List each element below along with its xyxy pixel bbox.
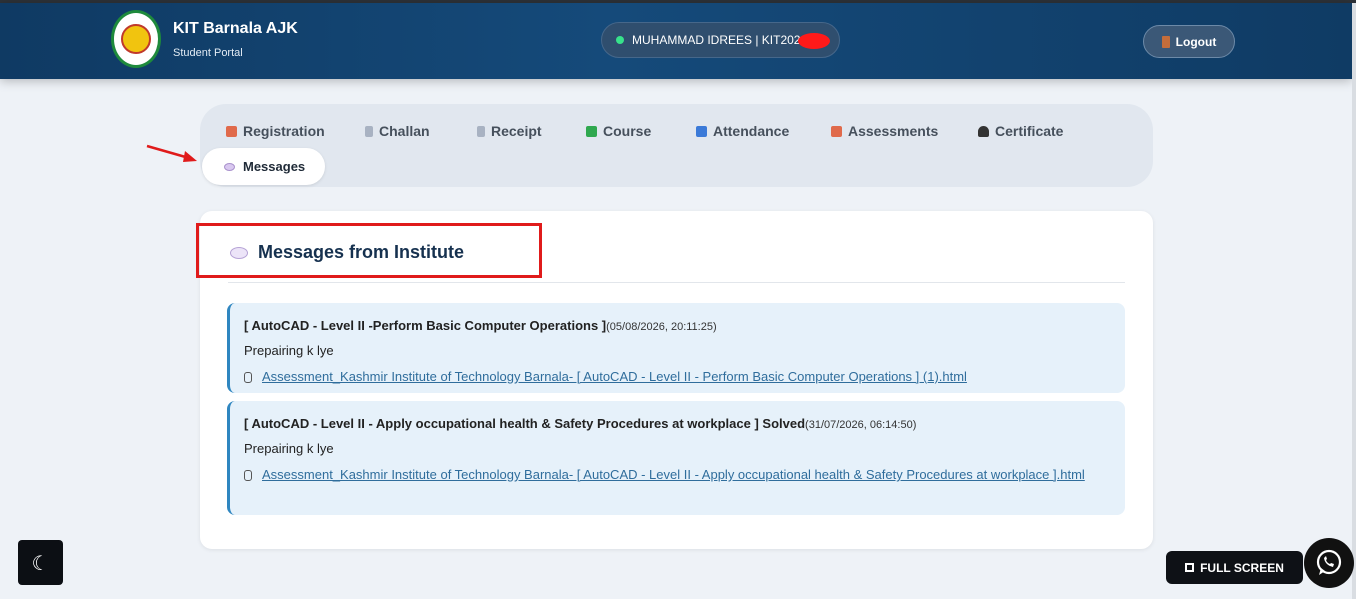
institute-logo <box>111 10 161 68</box>
tab-label: Messages <box>243 159 306 174</box>
tab-label: Receipt <box>491 123 542 139</box>
books-icon <box>586 125 597 137</box>
whatsapp-icon <box>1316 549 1342 575</box>
tab-label: Assessments <box>848 123 939 139</box>
dark-mode-toggle[interactable]: ☾ <box>18 540 63 585</box>
graduation-cap-icon <box>978 125 989 137</box>
paperclip-icon <box>244 470 252 482</box>
receipt-icon <box>477 125 485 137</box>
tab-certificate[interactable]: Certificate <box>978 118 1063 144</box>
user-name: MUHAMMAD IDREES | KIT202 <box>632 33 801 47</box>
message-subject: [ AutoCAD - Level II -Perform Basic Comp… <box>244 318 607 333</box>
tab-label: Registration <box>243 123 325 139</box>
tab-label: Course <box>603 123 652 139</box>
memo-icon <box>831 125 842 137</box>
annotation-highlight-box <box>196 223 542 278</box>
fullscreen-label: FULL SCREEN <box>1200 560 1284 575</box>
tab-label: Attendance <box>713 123 790 139</box>
moon-icon: ☾ <box>31 550 50 575</box>
whatsapp-button[interactable] <box>1304 538 1354 588</box>
annotation-arrow <box>146 144 197 162</box>
tab-label: Certificate <box>995 123 1064 139</box>
brand-subtitle: Student Portal <box>173 47 243 59</box>
tab-course[interactable]: Course <box>586 118 651 144</box>
message-subject-line: [ AutoCAD - Level II - Apply occupationa… <box>244 415 1125 434</box>
attachment-link[interactable]: Assessment_Kashmir Institute of Technolo… <box>244 365 1104 388</box>
attachment-name: Assessment_Kashmir Institute of Technolo… <box>262 467 1085 482</box>
message-subject: [ AutoCAD - Level II - Apply occupationa… <box>244 416 806 431</box>
message-date: (05/08/2026, 20:11:25) <box>606 321 717 333</box>
tab-receipt[interactable]: Receipt <box>477 118 542 144</box>
door-icon <box>1161 35 1170 48</box>
page-scrollbar[interactable] <box>1352 3 1356 599</box>
expand-icon <box>1185 563 1195 572</box>
brand-title: KIT Barnala AJK <box>173 20 298 37</box>
portal-nav: Registration Challan Receipt Course Atte… <box>200 104 1153 187</box>
calendar-icon <box>696 125 707 137</box>
attachment-name: Assessment_Kashmir Institute of Technolo… <box>262 369 967 384</box>
logout-button[interactable]: Logout <box>1143 25 1235 58</box>
attachment-link[interactable]: Assessment_Kashmir Institute of Technolo… <box>244 463 1104 486</box>
tab-assessments[interactable]: Assessments <box>831 118 938 144</box>
tab-registration[interactable]: Registration <box>226 118 325 144</box>
pencil-note-icon <box>226 125 237 137</box>
message-subject-line: [ AutoCAD - Level II -Perform Basic Comp… <box>244 317 1125 336</box>
paperclip-icon <box>244 372 252 384</box>
tab-label: Challan <box>379 123 430 139</box>
redaction-mark <box>798 33 830 49</box>
tab-challan[interactable]: Challan <box>365 118 430 144</box>
title-divider <box>228 282 1125 283</box>
online-status-icon <box>616 36 624 44</box>
message-item: [ AutoCAD - Level II -Perform Basic Comp… <box>227 303 1125 393</box>
message-body: Prepairing k lye <box>244 441 334 456</box>
tab-messages[interactable]: Messages <box>202 148 325 185</box>
fullscreen-button[interactable]: FULL SCREEN <box>1166 551 1303 584</box>
message-date: (31/07/2026, 06:14:50) <box>805 419 917 431</box>
message-body: Prepairing k lye <box>244 343 334 358</box>
tab-attendance[interactable]: Attendance <box>696 118 789 144</box>
logout-label: Logout <box>1175 34 1217 49</box>
document-icon <box>365 125 373 137</box>
speech-bubble-icon <box>224 162 235 171</box>
message-item: [ AutoCAD - Level II - Apply occupationa… <box>227 401 1125 515</box>
